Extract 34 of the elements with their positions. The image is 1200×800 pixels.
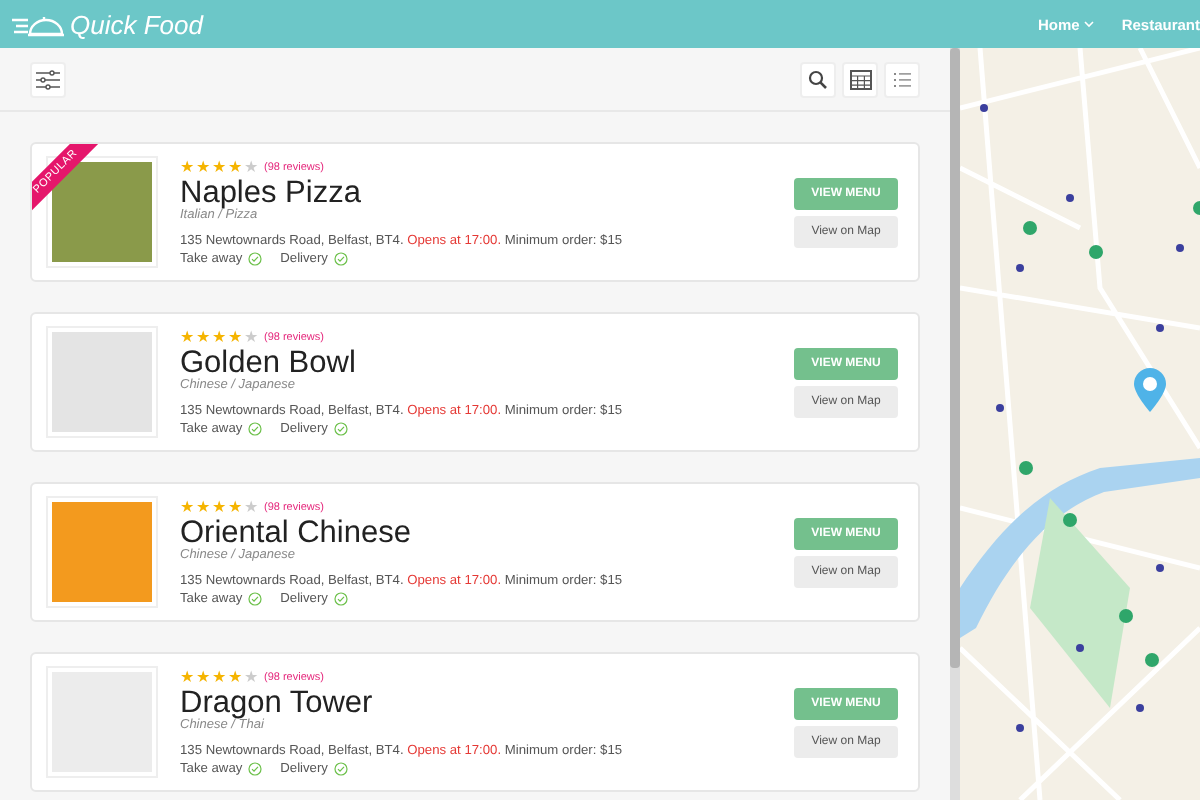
filter-button[interactable] (30, 61, 66, 97)
grid-icon (849, 69, 871, 89)
star-icon: ★ (244, 329, 258, 345)
location-pin-icon (1134, 368, 1166, 412)
star-icon: ★ (180, 329, 194, 345)
star-icon: ★ (212, 669, 226, 685)
star-icon: ★ (228, 669, 242, 685)
restaurant-name: Dragon Tower (180, 686, 375, 720)
star-icon: ★ (244, 669, 258, 685)
star-icon: ★ (244, 499, 258, 515)
star-icon: ★ (196, 499, 210, 515)
star-icon: ★ (228, 329, 242, 345)
star-icon: ★ (212, 329, 226, 345)
star-icon: ★ (212, 159, 226, 175)
star-icon: ★ (180, 159, 194, 175)
search-button[interactable] (800, 61, 836, 97)
search-icon (808, 69, 828, 89)
list-icon (893, 71, 911, 87)
star-icon: ★ (180, 499, 194, 515)
scrollbar[interactable] (950, 48, 960, 800)
grid-view-button[interactable] (842, 61, 878, 97)
restaurant-name: Naples Pizza (180, 176, 363, 210)
star-icon: ★ (228, 159, 242, 175)
restaurant-name: Oriental Chinese (180, 516, 413, 550)
sliders-icon (36, 69, 60, 89)
star-icon: ★ (244, 159, 258, 175)
star-icon: ★ (196, 159, 210, 175)
star-icon: ★ (180, 669, 194, 685)
star-icon: ★ (212, 499, 226, 515)
star-icon: ★ (196, 669, 210, 685)
star-icon: ★ (228, 499, 242, 515)
caret-icon (1083, 20, 1094, 28)
restaurant-name: Golden Bowl (180, 346, 358, 380)
star-icon: ★ (196, 329, 210, 345)
